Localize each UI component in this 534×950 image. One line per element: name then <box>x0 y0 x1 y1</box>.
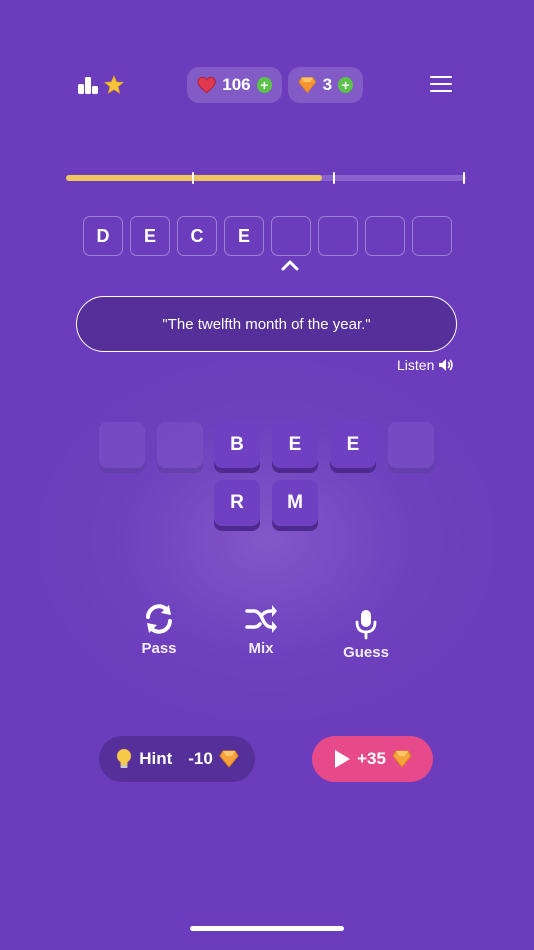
listen-label: Listen <box>397 357 435 373</box>
lives-pill[interactable]: 106 + <box>187 67 282 103</box>
gem-icon <box>219 750 239 768</box>
chevron-up-icon <box>281 260 299 271</box>
progress-fill <box>66 175 322 181</box>
answer-slot[interactable]: D <box>83 216 123 256</box>
answer-slot[interactable]: C <box>177 216 217 256</box>
refresh-icon <box>146 604 172 634</box>
letter-tile[interactable]: E <box>272 422 318 468</box>
answer-slot[interactable] <box>412 216 452 256</box>
progress-milestone-tick <box>192 172 194 184</box>
guess-button[interactable]: Guess <box>340 608 392 661</box>
home-indicator[interactable] <box>190 926 344 931</box>
watch-video-button[interactable]: +35 <box>312 736 433 782</box>
letter-tile[interactable]: B <box>214 422 260 468</box>
letter-tile <box>157 422 203 468</box>
letter-tile <box>388 422 434 468</box>
letter-tile[interactable]: R <box>214 480 260 526</box>
lightbulb-icon <box>117 749 132 768</box>
letter-tile[interactable]: E <box>330 422 376 468</box>
menu-icon[interactable] <box>430 76 452 94</box>
board-glow <box>40 360 494 720</box>
add-lives-icon[interactable]: + <box>256 77 272 93</box>
answer-slot[interactable] <box>271 216 311 256</box>
gems-pill[interactable]: 3 + <box>288 67 363 103</box>
play-icon <box>335 750 351 768</box>
hint-button[interactable]: Hint -10 <box>99 736 255 782</box>
lives-count: 106 <box>222 75 251 94</box>
gem-icon <box>392 750 412 768</box>
gems-count: 3 <box>322 75 333 94</box>
video-reward: +35 <box>357 749 386 768</box>
answer-slot[interactable] <box>318 216 358 256</box>
clue-box: "The twelfth month of the year." <box>76 296 457 352</box>
progress-milestone-tick <box>463 172 465 184</box>
level-progress-bar <box>66 172 466 184</box>
answer-slot[interactable] <box>365 216 405 256</box>
hint-label: Hint <box>139 749 173 768</box>
leaderboard-button[interactable] <box>76 72 128 100</box>
listen-button[interactable]: Listen <box>397 357 454 373</box>
shuffle-icon <box>245 605 277 633</box>
letter-tile[interactable]: M <box>272 480 318 526</box>
hint-cost: -10 <box>188 749 213 768</box>
answer-slots: D E C E <box>83 216 452 256</box>
progress-milestone-tick <box>333 172 335 184</box>
pass-label: Pass <box>141 640 177 657</box>
heart-icon <box>197 76 216 94</box>
add-gems-icon[interactable]: + <box>338 77 353 93</box>
mix-label: Mix <box>248 640 274 657</box>
speaker-icon <box>439 359 454 371</box>
guess-label: Guess <box>343 644 389 661</box>
answer-slot[interactable]: E <box>224 216 264 256</box>
leaderboard-star-icon <box>78 74 125 94</box>
answer-slot[interactable]: E <box>130 216 170 256</box>
gem-icon <box>298 77 317 94</box>
letter-tile <box>99 422 145 468</box>
microphone-icon <box>355 610 377 640</box>
clue-text: "The twelfth month of the year." <box>162 315 371 333</box>
pass-button[interactable]: Pass <box>138 602 180 657</box>
mix-button[interactable]: Mix <box>240 602 282 657</box>
